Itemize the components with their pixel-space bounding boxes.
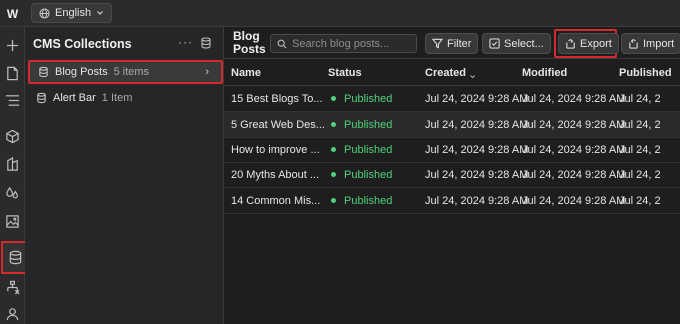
collection-item-blog-posts[interactable]: Blog Posts 5 items › [28, 60, 223, 84]
cell-created: Jul 24, 2024 9:28 AM [425, 195, 529, 207]
assets-icon[interactable] [0, 211, 25, 231]
table-row[interactable]: 5 Great Web Des... Published Jul 24, 202… [224, 112, 680, 138]
add-collection-icon[interactable] [200, 37, 212, 49]
status-dot [331, 96, 336, 101]
import-icon [629, 39, 638, 49]
filter-label: Filter [447, 37, 472, 50]
column-header-name[interactable]: Name [231, 67, 261, 79]
status-badge: Published [331, 169, 392, 181]
cell-created: Jul 24, 2024 9:28 AM [425, 93, 529, 105]
import-label: Import [643, 37, 675, 50]
cell-published: Jul 24, 2 [619, 169, 661, 181]
navigator-icon[interactable] [0, 90, 25, 110]
cell-created: Jul 24, 2024 9:28 AM [425, 119, 529, 131]
logic-icon[interactable] [0, 277, 25, 297]
collection-item-alert-bar[interactable]: Alert Bar 1 Item [28, 86, 223, 110]
collection-toolbar: Blog Posts Search blog posts... Filter S… [224, 27, 680, 59]
collection-title: Blog Posts [233, 29, 266, 56]
page-icon[interactable] [0, 63, 25, 83]
table-row[interactable]: 14 Common Mis... Published Jul 24, 2024 … [224, 188, 680, 214]
chevron-down-icon [97, 11, 104, 15]
filter-button[interactable]: Filter [425, 33, 479, 54]
status-text: Published [344, 195, 393, 207]
table-row[interactable]: 20 Myths About ... Published Jul 24, 202… [224, 162, 680, 188]
status-text: Published [344, 169, 393, 181]
select-label: Select... [504, 37, 544, 50]
cell-published: Jul 24, 2 [619, 119, 661, 131]
cell-modified: Jul 24, 2024 9:28 AM [522, 93, 626, 105]
webflow-logo[interactable]: W [0, 0, 25, 27]
table-row[interactable]: How to improve ... Published Jul 24, 202… [224, 137, 680, 163]
globe-icon [39, 7, 50, 19]
status-dot [331, 147, 336, 152]
filter-icon [432, 38, 443, 49]
cell-name: 20 Myths About ... [231, 169, 320, 181]
cms-collections-panel: CMS Collections ··· Blog Posts 5 items ›… [25, 27, 224, 324]
search-input[interactable]: Search blog posts... [270, 34, 417, 53]
status-badge: Published [331, 93, 392, 105]
cell-name: 5 Great Web Des... [231, 119, 325, 131]
left-rail [0, 27, 30, 324]
export-button[interactable]: Export [558, 33, 619, 54]
column-header-modified[interactable]: Modified [522, 67, 567, 79]
status-badge: Published [331, 144, 392, 156]
status-text: Published [344, 144, 393, 156]
add-icon[interactable] [0, 35, 25, 55]
cell-created: Jul 24, 2024 9:28 AM [425, 169, 529, 181]
collection-items-view: Blog Posts Search blog posts... Filter S… [224, 27, 680, 324]
table-header: Name Status Created ⌄ Modified Published [224, 60, 680, 86]
more-options-icon[interactable]: ··· [178, 35, 193, 49]
components-icon[interactable] [0, 126, 25, 146]
cell-name: 15 Best Blogs To... [231, 93, 323, 105]
select-button[interactable]: Select... [482, 33, 551, 54]
export-icon [566, 39, 575, 49]
language-selector[interactable]: English [31, 3, 113, 23]
collection-icon [39, 66, 48, 78]
export-label: Export [580, 37, 612, 50]
users-icon[interactable] [0, 303, 25, 323]
cell-name: 14 Common Mis... [231, 195, 321, 207]
status-text: Published [344, 93, 393, 105]
cell-published: Jul 24, 2 [619, 93, 661, 105]
column-header-created[interactable]: Created [425, 67, 466, 79]
language-label: English [55, 7, 92, 19]
cell-created: Jul 24, 2024 9:28 AM [425, 144, 529, 156]
checkbox-icon [489, 38, 500, 49]
collection-count: 5 items [113, 66, 150, 78]
search-placeholder: Search blog posts... [292, 37, 390, 50]
status-badge: Published [331, 119, 392, 131]
cell-modified: Jul 24, 2024 9:28 AM [522, 119, 626, 131]
search-icon [277, 39, 287, 49]
status-dot [331, 172, 336, 177]
collection-name: Blog Posts [55, 66, 108, 78]
sort-chevron-icon[interactable]: ⌄ [468, 68, 477, 81]
cell-modified: Jul 24, 2024 9:28 AM [522, 195, 626, 207]
cell-published: Jul 24, 2 [619, 144, 661, 156]
status-badge: Published [331, 195, 392, 207]
chevron-right-icon: › [205, 66, 209, 78]
status-text: Published [344, 119, 393, 131]
table-row[interactable]: 15 Best Blogs To... Published Jul 24, 20… [224, 86, 680, 112]
style-icon[interactable] [0, 154, 25, 174]
status-dot [331, 122, 336, 127]
cell-modified: Jul 24, 2024 9:28 AM [522, 169, 626, 181]
column-header-published[interactable]: Published [619, 67, 672, 79]
status-dot [331, 198, 336, 203]
top-bar: W English [0, 0, 680, 27]
import-button[interactable]: Import [621, 33, 680, 54]
collection-name: Alert Bar [53, 92, 96, 104]
collection-count: 1 Item [101, 92, 133, 104]
cell-name: How to improve ... [231, 144, 320, 156]
cell-published: Jul 24, 2 [619, 195, 661, 207]
panel-title: CMS Collections [33, 37, 132, 51]
collection-icon [37, 92, 46, 104]
column-header-status[interactable]: Status [328, 67, 362, 79]
cell-modified: Jul 24, 2024 9:28 AM [522, 144, 626, 156]
color-icon[interactable] [0, 183, 25, 203]
